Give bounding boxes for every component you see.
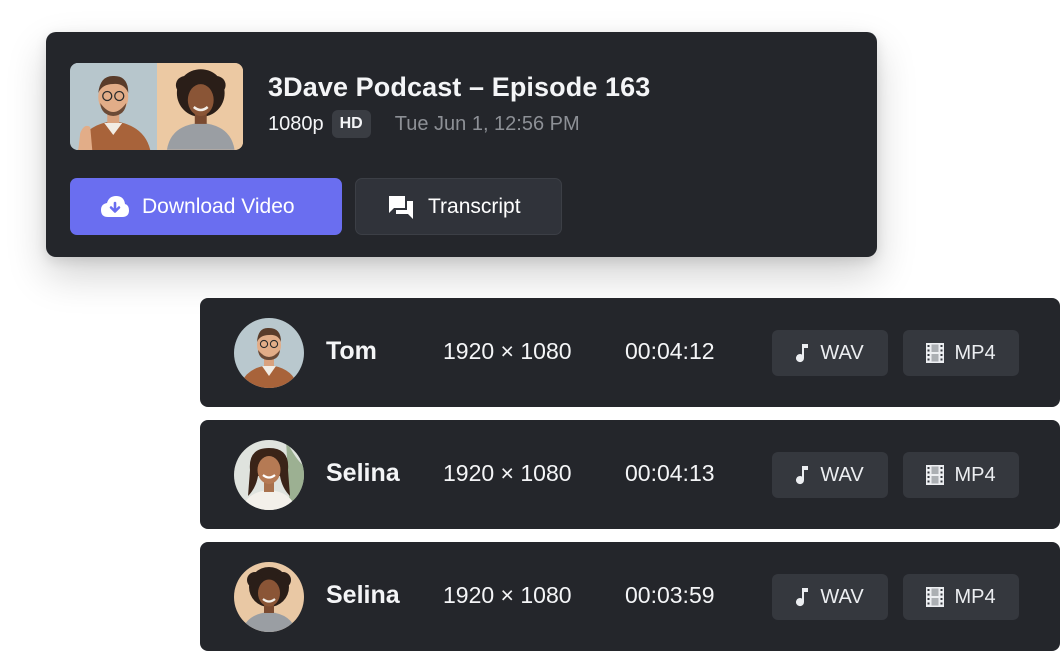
episode-resolution: 1080p: [268, 112, 324, 135]
host-thumbnail: [70, 63, 157, 150]
speaker-name: Tom: [326, 337, 377, 365]
episode-thumbnail: [70, 63, 243, 150]
transcript-label: Transcript: [428, 194, 521, 218]
download-mp4-button[interactable]: MP4: [903, 330, 1019, 376]
chat-bubbles-icon: [386, 192, 416, 222]
download-wav-button[interactable]: WAV: [772, 452, 888, 498]
music-note-icon: [796, 465, 810, 485]
transcript-button[interactable]: Transcript: [355, 178, 562, 235]
download-wav-button[interactable]: WAV: [772, 330, 888, 376]
download-video-label: Download Video: [142, 194, 295, 218]
track-duration: 00:04:13: [625, 460, 715, 486]
download-wav-button[interactable]: WAV: [772, 574, 888, 620]
track-duration: 00:04:12: [625, 338, 715, 364]
avatar: [234, 562, 304, 632]
track-resolution: 1920 × 1080: [443, 582, 572, 608]
mp4-label: MP4: [954, 341, 996, 364]
track-row-selina: Selina 1920 × 1080 00:04:13 WAV MP4: [200, 420, 1060, 529]
selina-avatar-icon: [234, 440, 304, 510]
guest-portrait-icon: [156, 63, 243, 150]
download-video-button[interactable]: Download Video: [70, 178, 342, 235]
episode-meta: 1080p HD Tue Jun 1, 12:56 PM: [268, 110, 580, 138]
host-portrait-icon: [70, 63, 157, 150]
quality-badge: HD: [331, 110, 371, 138]
download-mp4-button[interactable]: MP4: [903, 574, 1019, 620]
mp4-label: MP4: [954, 585, 996, 608]
film-strip-icon: [926, 587, 945, 607]
episode-date: Tue Jun 1, 12:56 PM: [394, 112, 580, 135]
cloud-download-icon: [100, 192, 130, 222]
film-strip-icon: [926, 343, 945, 363]
wav-label: WAV: [820, 463, 864, 486]
wav-label: WAV: [820, 585, 864, 608]
music-note-icon: [796, 343, 810, 363]
avatar: [234, 440, 304, 510]
film-strip-icon: [926, 465, 945, 485]
tom-avatar-icon: [234, 318, 304, 388]
track-resolution: 1920 × 1080: [443, 338, 572, 364]
selina-curly-avatar-icon: [234, 562, 304, 632]
wav-label: WAV: [820, 341, 864, 364]
mp4-label: MP4: [954, 463, 996, 486]
episode-card: 3Dave Podcast – Episode 163 1080p HD Tue…: [46, 32, 877, 257]
track-resolution: 1920 × 1080: [443, 460, 572, 486]
podcast-export-panel: 3Dave Podcast – Episode 163 1080p HD Tue…: [0, 0, 1060, 651]
track-row-selina-2: Selina 1920 × 1080 00:03:59 WAV MP4: [200, 542, 1060, 651]
track-row-tom: Tom 1920 × 1080 00:04:12 WAV MP4: [200, 298, 1060, 407]
track-duration: 00:03:59: [625, 582, 715, 608]
speaker-name: Selina: [326, 459, 400, 487]
episode-title: 3Dave Podcast – Episode 163: [268, 72, 651, 102]
guest-thumbnail: [156, 63, 243, 150]
download-mp4-button[interactable]: MP4: [903, 452, 1019, 498]
avatar: [234, 318, 304, 388]
music-note-icon: [796, 587, 810, 607]
speaker-name: Selina: [326, 581, 400, 609]
